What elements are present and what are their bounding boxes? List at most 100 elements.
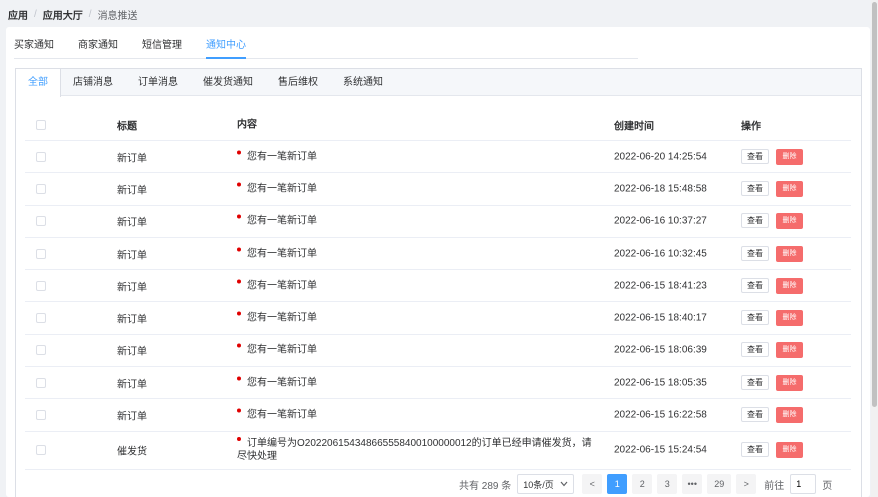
unread-dot-icon	[237, 437, 241, 442]
row-time: 2022-06-15 15:24:54	[614, 444, 707, 456]
row-title: 新订单	[117, 282, 147, 294]
page-scrollbar[interactable]	[871, 0, 878, 497]
row-title: 催发货	[117, 446, 147, 458]
subtab-shop-messages[interactable]: 店铺消息	[61, 69, 126, 96]
view-button[interactable]: 查看	[741, 310, 769, 326]
row-actions: 查看 删除	[741, 180, 803, 197]
row-content: 您有一笔新订单	[237, 214, 597, 228]
row-content: 您有一笔新订单	[237, 408, 597, 422]
row-content-text: 您有一笔新订单	[247, 248, 317, 260]
table-row: 新订单 您有一笔新订单 2022-06-15 18:05:35 查看 删除	[25, 367, 851, 400]
row-actions: 查看 删除	[741, 277, 803, 294]
view-button[interactable]: 查看	[741, 148, 769, 164]
row-checkbox[interactable]	[36, 377, 46, 388]
row-actions: 查看 删除	[741, 407, 803, 424]
subtab-urge-shipping[interactable]: 催发货通知	[191, 69, 266, 96]
row-title: 新订单	[117, 379, 147, 391]
view-button[interactable]: 查看	[741, 213, 769, 229]
table-row: 催发货 订单编号为O20220615434866555840010000001​2…	[25, 432, 851, 470]
row-time: 2022-06-20 14:25:54	[614, 151, 707, 163]
delete-button[interactable]: 删除	[776, 407, 803, 424]
row-checkbox[interactable]	[36, 280, 46, 291]
unread-dot-icon	[237, 182, 241, 187]
delete-button[interactable]: 删除	[776, 245, 803, 262]
notification-table: 标题 内容 创建时间 操作 新订单 您有一笔新订单 2022-06-20 14:25…	[25, 109, 851, 470]
row-checkbox[interactable]	[36, 313, 46, 324]
more-pages-icon[interactable]: •••	[682, 474, 703, 494]
row-time: 2022-06-16 10:37:27	[614, 215, 707, 227]
row-checkbox[interactable]	[36, 216, 46, 227]
tab-sms-management[interactable]: 短信管理	[142, 37, 182, 59]
page-button-1[interactable]: 1	[607, 474, 628, 494]
header-title: 标题	[117, 121, 137, 132]
delete-button[interactable]: 删除	[776, 148, 803, 165]
scrollbar-thumb[interactable]	[872, 2, 877, 407]
tab-merchant-notice[interactable]: 商家通知	[78, 37, 118, 59]
view-button[interactable]: 查看	[741, 442, 769, 458]
view-button[interactable]: 查看	[741, 277, 769, 293]
row-content: 您有一笔新订单	[237, 376, 597, 389]
delete-button[interactable]: 删除	[776, 342, 803, 359]
table-row: 新订单 您有一笔新订单 2022-06-16 10:32:45 查看 删除	[25, 238, 851, 271]
row-actions: 查看 删除	[741, 213, 803, 230]
view-button[interactable]: 查看	[741, 245, 769, 261]
unread-dot-icon	[237, 376, 241, 381]
unread-dot-icon	[237, 150, 241, 155]
tab-notification-center[interactable]: 通知中心	[206, 37, 246, 59]
prev-page-button[interactable]: <	[582, 474, 603, 494]
subtab-after-sales[interactable]: 售后维权	[266, 69, 331, 96]
delete-button[interactable]: 删除	[776, 277, 803, 294]
page-button-3[interactable]: 3	[657, 474, 678, 494]
page-size-select[interactable]: 10条/页	[517, 474, 575, 494]
breadcrumb: 应用 / 应用大厅 / 消息推送	[8, 6, 138, 22]
row-checkbox[interactable]	[36, 410, 46, 421]
breadcrumb-separator: /	[34, 8, 37, 20]
row-content: 您有一笔新订单	[237, 311, 597, 325]
breadcrumb-root[interactable]: 应用	[8, 7, 28, 22]
delete-button[interactable]: 删除	[776, 310, 803, 327]
page-button-last[interactable]: 29	[707, 474, 732, 494]
subtab-all[interactable]: 全部	[16, 69, 61, 97]
delete-button[interactable]: 删除	[776, 374, 803, 391]
page-unit-label: 页	[822, 480, 833, 492]
row-checkbox[interactable]	[36, 151, 46, 162]
view-button[interactable]: 查看	[741, 342, 769, 358]
goto-page-input[interactable]	[790, 474, 817, 494]
delete-button[interactable]: 删除	[776, 213, 803, 230]
subtab-system-notice[interactable]: 系统通知	[331, 69, 396, 96]
row-content-text: 您有一笔新订单	[247, 344, 317, 356]
row-content-text: 您有一笔新订单	[247, 280, 317, 292]
delete-button[interactable]: 删除	[776, 442, 803, 459]
table-row: 新订单 您有一笔新订单 2022-06-15 16:22:58 查看 删除	[25, 399, 851, 432]
page-button-2[interactable]: 2	[632, 474, 653, 494]
table-row: 新订单 您有一笔新订单 2022-06-20 14:25:54 查看 删除	[25, 141, 851, 174]
row-content-text: 您有一笔新订单	[247, 183, 317, 195]
page-size-value: 10条/页	[523, 479, 554, 490]
table-row: 新订单 您有一笔新订单 2022-06-16 10:37:27 查看 删除	[25, 206, 851, 238]
view-button[interactable]: 查看	[741, 180, 769, 196]
view-button[interactable]: 查看	[741, 374, 769, 390]
row-actions: 查看 删除	[741, 442, 803, 459]
delete-button[interactable]: 删除	[776, 180, 803, 197]
row-content-text: 您有一笔新订单	[247, 409, 317, 421]
breadcrumb-hall[interactable]: 应用大厅	[43, 7, 83, 22]
row-checkbox[interactable]	[36, 248, 46, 259]
next-page-button[interactable]: >	[736, 474, 757, 494]
unread-dot-icon	[237, 408, 241, 413]
row-checkbox[interactable]	[36, 183, 46, 194]
row-checkbox[interactable]	[36, 345, 46, 356]
row-content-text: 您有一笔新订单	[247, 215, 317, 227]
row-actions: 查看 删除	[741, 342, 803, 359]
tab-buyer-notice[interactable]: 买家通知	[14, 37, 54, 59]
chevron-down-icon	[560, 479, 568, 489]
row-actions: 查看 删除	[741, 148, 803, 165]
row-actions: 查看 删除	[741, 310, 803, 327]
subtab-order-messages[interactable]: 订单消息	[126, 69, 191, 96]
table-header: 标题 内容 创建时间 操作	[25, 109, 851, 141]
row-content: 订单编号为O20220615434866555840010000001​2的订单…	[237, 437, 597, 463]
view-button[interactable]: 查看	[741, 407, 769, 423]
row-time: 2022-06-15 18:41:23	[614, 280, 707, 292]
header-time: 创建时间	[614, 121, 654, 132]
row-checkbox[interactable]	[36, 445, 46, 456]
select-all-checkbox[interactable]	[36, 119, 46, 130]
